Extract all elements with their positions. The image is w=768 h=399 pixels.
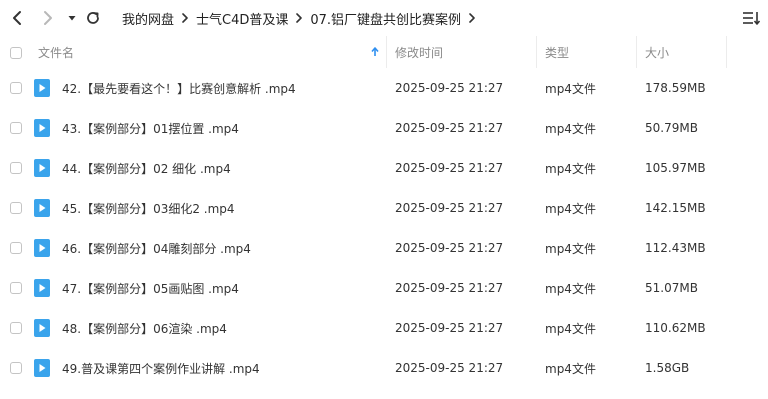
video-file-icon <box>34 239 50 257</box>
row-checkbox[interactable] <box>10 242 22 254</box>
file-type: mp4文件 <box>545 161 596 176</box>
column-header: 文件名 修改时间 类型 大小 <box>0 36 768 68</box>
file-type: mp4文件 <box>545 321 596 336</box>
file-name: 47.【案例部分】05画贴图 .mp4 <box>62 281 239 296</box>
file-row[interactable]: 42.【最先要看这个！】比赛创意解析 .mp4 2025-09-25 21:27… <box>0 68 768 108</box>
chevron-right-icon <box>468 13 476 23</box>
row-checkbox[interactable] <box>10 162 22 174</box>
file-modified: 2025-09-25 21:27 <box>395 201 504 215</box>
file-name: 44.【案例部分】02 细化 .mp4 <box>62 161 231 176</box>
file-size: 50.79MB <box>645 121 698 135</box>
forward-arrow-icon[interactable] <box>37 7 59 29</box>
refresh-icon[interactable] <box>82 7 104 29</box>
file-type: mp4文件 <box>545 361 596 376</box>
file-modified: 2025-09-25 21:27 <box>395 161 504 175</box>
column-type[interactable]: 类型 <box>545 36 569 68</box>
breadcrumb-item-current[interactable]: 07.铝厂键盘共创比赛案例 <box>310 9 461 28</box>
row-checkbox[interactable] <box>10 282 22 294</box>
video-file-icon <box>34 159 50 177</box>
file-size: 178.59MB <box>645 81 706 95</box>
column-modified[interactable]: 修改时间 <box>395 36 443 68</box>
back-arrow-icon[interactable] <box>6 7 28 29</box>
column-divider[interactable] <box>636 36 637 68</box>
row-checkbox[interactable] <box>10 362 22 374</box>
file-size: 105.97MB <box>645 161 706 175</box>
file-name: 45.【案例部分】03细化2 .mp4 <box>62 201 235 216</box>
file-size: 112.43MB <box>645 241 706 255</box>
video-file-icon <box>34 279 50 297</box>
chevron-right-icon <box>295 13 303 23</box>
dropdown-caret-icon[interactable] <box>61 7 83 29</box>
file-row[interactable]: 43.【案例部分】01摆位置 .mp4 2025-09-25 21:27 mp4… <box>0 108 768 148</box>
file-name: 43.【案例部分】01摆位置 .mp4 <box>62 121 239 136</box>
file-row[interactable]: 46.【案例部分】04雕刻部分 .mp4 2025-09-25 21:27 mp… <box>0 228 768 268</box>
file-name: 42.【最先要看这个！】比赛创意解析 .mp4 <box>62 81 296 96</box>
column-divider[interactable] <box>726 36 727 68</box>
select-all-checkbox[interactable] <box>10 47 22 59</box>
file-modified: 2025-09-25 21:27 <box>395 241 504 255</box>
sort-ascending-icon[interactable] <box>371 36 379 68</box>
file-modified: 2025-09-25 21:27 <box>395 281 504 295</box>
column-divider[interactable] <box>536 36 537 68</box>
video-file-icon <box>34 319 50 337</box>
video-file-icon <box>34 119 50 137</box>
file-row[interactable]: 49.普及课第四个案例作业讲解 .mp4 2025-09-25 21:27 mp… <box>0 348 768 388</box>
file-name: 48.【案例部分】06渲染 .mp4 <box>62 321 227 336</box>
file-type: mp4文件 <box>545 121 596 136</box>
file-modified: 2025-09-25 21:27 <box>395 81 504 95</box>
file-modified: 2025-09-25 21:27 <box>395 361 504 375</box>
file-size: 142.15MB <box>645 201 706 215</box>
file-modified: 2025-09-25 21:27 <box>395 121 504 135</box>
file-size: 110.62MB <box>645 321 706 335</box>
breadcrumb-item-course[interactable]: 士气C4D普及课 <box>196 9 288 28</box>
column-size[interactable]: 大小 <box>645 36 669 68</box>
video-file-icon <box>34 79 50 97</box>
file-modified: 2025-09-25 21:27 <box>395 321 504 335</box>
video-file-icon <box>34 199 50 217</box>
file-row[interactable]: 47.【案例部分】05画贴图 .mp4 2025-09-25 21:27 mp4… <box>0 268 768 308</box>
toolbar: 我的网盘 士气C4D普及课 07.铝厂键盘共创比赛案例 <box>0 0 768 36</box>
breadcrumb-item-root[interactable]: 我的网盘 <box>122 9 174 28</box>
video-file-icon <box>34 359 50 377</box>
file-name: 49.普及课第四个案例作业讲解 .mp4 <box>62 361 260 376</box>
file-name: 46.【案例部分】04雕刻部分 .mp4 <box>62 241 251 256</box>
file-type: mp4文件 <box>545 201 596 216</box>
chevron-right-icon <box>181 13 189 23</box>
column-divider[interactable] <box>386 36 387 68</box>
row-checkbox[interactable] <box>10 122 22 134</box>
file-type: mp4文件 <box>545 241 596 256</box>
sort-list-icon[interactable] <box>742 9 760 27</box>
file-type: mp4文件 <box>545 81 596 96</box>
file-size: 1.58GB <box>645 361 690 375</box>
row-checkbox[interactable] <box>10 202 22 214</box>
file-row[interactable]: 44.【案例部分】02 细化 .mp4 2025-09-25 21:27 mp4… <box>0 148 768 188</box>
file-row[interactable]: 48.【案例部分】06渲染 .mp4 2025-09-25 21:27 mp4文… <box>0 308 768 348</box>
file-type: mp4文件 <box>545 281 596 296</box>
column-name[interactable]: 文件名 <box>38 36 74 68</box>
row-checkbox[interactable] <box>10 82 22 94</box>
row-checkbox[interactable] <box>10 322 22 334</box>
file-row[interactable]: 45.【案例部分】03细化2 .mp4 2025-09-25 21:27 mp4… <box>0 188 768 228</box>
breadcrumb: 我的网盘 士气C4D普及课 07.铝厂键盘共创比赛案例 <box>122 9 483 28</box>
file-size: 51.07MB <box>645 281 698 295</box>
